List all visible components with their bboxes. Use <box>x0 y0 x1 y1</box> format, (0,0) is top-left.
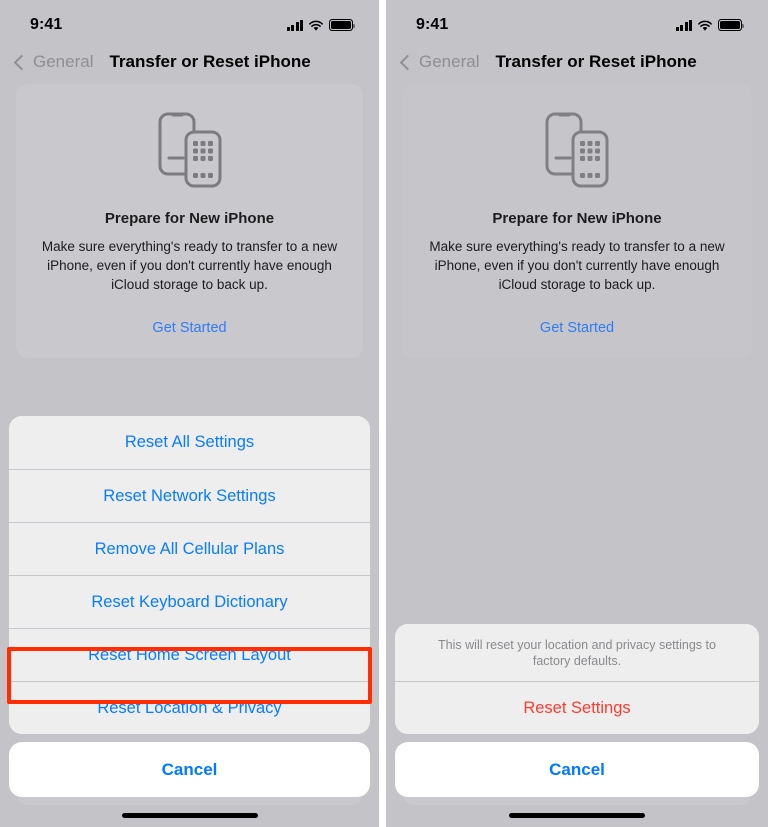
sheet-option-remove-all-cellular-plans[interactable]: Remove All Cellular Plans <box>9 522 370 575</box>
home-indicator <box>121 813 258 818</box>
back-button[interactable]: General <box>13 52 94 72</box>
status-icons <box>675 19 745 31</box>
confirmation-message: This will reset your location and privac… <box>395 624 759 681</box>
phone-screen-right: 9:41 General Transfer or Reset iPhone Pr… <box>386 0 768 827</box>
battery-icon <box>718 19 745 31</box>
back-button-label: General <box>419 52 480 71</box>
page-title: Transfer or Reset iPhone <box>495 52 697 71</box>
chevron-left-icon <box>399 54 416 70</box>
prepare-for-new-iphone-card: Prepare for New iPhone Make sure everyth… <box>16 84 363 358</box>
card-title: Prepare for New iPhone <box>104 210 275 227</box>
confirm-group: This will reset your location and privac… <box>395 624 759 734</box>
card-title: Prepare for New iPhone <box>492 210 662 227</box>
get-started-link[interactable]: Get Started <box>34 320 345 336</box>
reset-options-group: Reset All Settings Reset Network Setting… <box>9 416 370 734</box>
card-description: Make sure everything's ready to transfer… <box>41 239 338 292</box>
status-time: 9:41 <box>30 16 63 33</box>
back-button-label: General <box>33 52 94 71</box>
phone-screen-left: 9:41 General Transfer or Reset iPhone Pr… <box>0 0 379 827</box>
sheet-option-reset-keyboard-dictionary[interactable]: Reset Keyboard Dictionary <box>9 575 370 628</box>
status-time: 9:41 <box>416 16 449 33</box>
wifi-icon <box>308 19 324 31</box>
reset-settings-button[interactable]: Reset Settings <box>395 681 759 734</box>
confirmation-action-sheet: This will reset your location and privac… <box>386 624 768 827</box>
back-button[interactable]: General <box>399 52 480 72</box>
get-started-link[interactable]: Get Started <box>420 320 734 336</box>
main-content: Prepare for New iPhone Make sure everyth… <box>0 84 379 358</box>
cancel-button[interactable]: Cancel <box>395 742 759 797</box>
status-icons <box>286 19 356 31</box>
cancel-button-label: Cancel <box>161 759 218 779</box>
status-bar: 9:41 <box>386 0 768 40</box>
battery-icon <box>329 19 356 31</box>
cancel-button-label: Cancel <box>549 759 605 779</box>
status-bar: 9:41 <box>0 0 379 40</box>
cellular-signal-icon <box>286 19 303 31</box>
action-sheet: Reset All Settings Reset Network Setting… <box>0 416 379 827</box>
chevron-left-icon <box>13 54 30 70</box>
main-content: Prepare for New iPhone Make sure everyth… <box>386 84 768 358</box>
sheet-option-reset-all-settings[interactable]: Reset All Settings <box>9 416 370 469</box>
two-iphones-transfer-icon <box>34 104 345 196</box>
sheet-option-reset-location-privacy[interactable]: Reset Location & Privacy <box>9 681 370 734</box>
two-iphones-transfer-icon <box>420 104 734 196</box>
wifi-icon <box>697 19 713 31</box>
prepare-for-new-iphone-card: Prepare for New iPhone Make sure everyth… <box>402 84 752 358</box>
cellular-signal-icon <box>675 19 692 31</box>
card-description: Make sure everything's ready to transfer… <box>429 239 725 292</box>
dual-screenshot-container: 9:41 General Transfer or Reset iPhone Pr… <box>0 0 768 827</box>
page-title: Transfer or Reset iPhone <box>109 52 311 71</box>
sheet-option-reset-network-settings[interactable]: Reset Network Settings <box>9 469 370 522</box>
home-indicator <box>509 813 645 818</box>
cancel-button[interactable]: Cancel <box>9 742 370 797</box>
navigation-bar: General Transfer or Reset iPhone <box>386 40 768 84</box>
navigation-bar: General Transfer or Reset iPhone <box>0 40 379 84</box>
sheet-option-reset-home-screen-layout[interactable]: Reset Home Screen Layout <box>9 628 370 681</box>
